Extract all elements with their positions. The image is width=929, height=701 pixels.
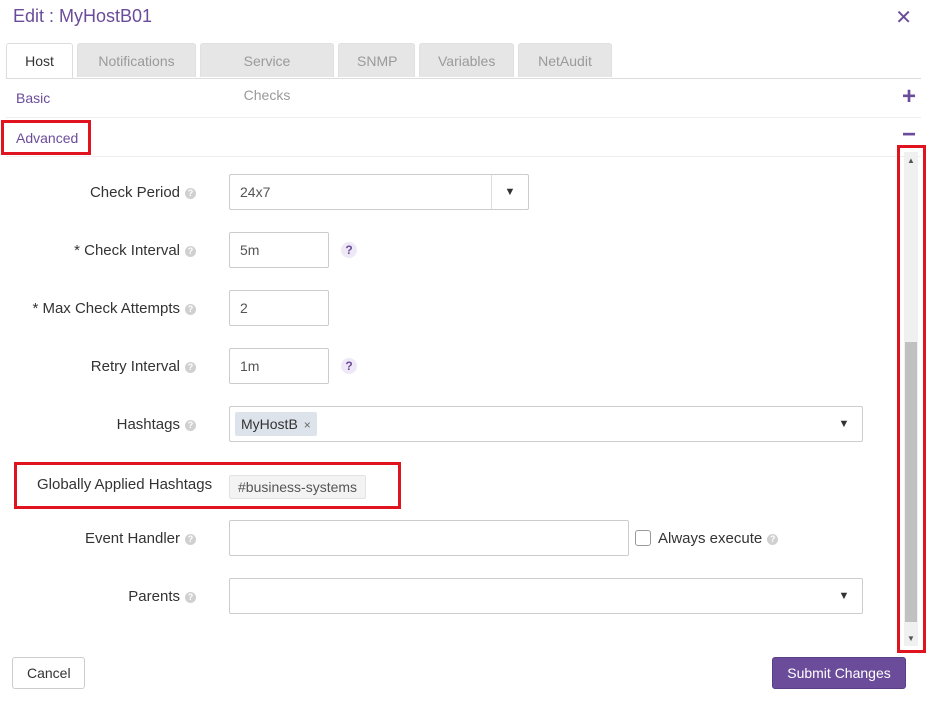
check-period-label: Check Period? bbox=[0, 184, 196, 201]
help-icon[interactable]: ? bbox=[185, 246, 196, 257]
parents-label: Parents? bbox=[0, 588, 196, 605]
check-interval-label: * Check Interval? bbox=[0, 242, 196, 259]
tab-notifications[interactable]: Notifications bbox=[77, 43, 196, 77]
max-check-attempts-value: 2 bbox=[240, 300, 248, 316]
close-icon[interactable]: ✕ bbox=[895, 5, 912, 30]
check-period-value: 24x7 bbox=[240, 184, 271, 200]
tab-host[interactable]: Host bbox=[6, 43, 73, 79]
global-hashtag-pill: #business-systems bbox=[229, 475, 367, 499]
plus-icon[interactable]: + bbox=[902, 83, 916, 111]
event-handler-label: Event Handler? bbox=[0, 530, 196, 547]
retry-interval-value: 1m bbox=[240, 358, 260, 374]
dialog-title: Edit : MyHostB01 bbox=[13, 6, 153, 26]
question-icon[interactable]: ? bbox=[341, 242, 357, 258]
scrollbar-track[interactable]: ▲ ▼ bbox=[904, 152, 918, 646]
tab-service-checks[interactable]: Service Checks bbox=[200, 43, 334, 103]
global-hashtags-highlight-box: Globally Applied Hashtags #business-syst… bbox=[14, 462, 401, 509]
help-icon[interactable]: ? bbox=[767, 534, 779, 545]
scroll-down-icon[interactable]: ▼ bbox=[905, 634, 917, 643]
help-icon[interactable]: ? bbox=[185, 188, 196, 199]
parents-select[interactable]: ▼ bbox=[229, 578, 863, 614]
help-icon[interactable]: ? bbox=[185, 420, 196, 431]
always-execute-checkbox[interactable] bbox=[635, 530, 651, 546]
global-hashtags-label: Globally Applied Hashtags bbox=[37, 476, 213, 493]
hashtags-label: Hashtags? bbox=[0, 416, 196, 433]
hashtag-chip-label: MyHostB bbox=[241, 416, 298, 432]
section-advanced-header[interactable]: − bbox=[6, 118, 921, 157]
section-advanced-label[interactable]: Advanced bbox=[16, 130, 78, 146]
help-icon[interactable]: ? bbox=[185, 304, 196, 315]
check-interval-value: 5m bbox=[240, 242, 260, 258]
chevron-down-icon[interactable]: ▼ bbox=[826, 407, 862, 441]
event-handler-input[interactable] bbox=[229, 520, 629, 556]
cancel-button[interactable]: Cancel bbox=[12, 657, 85, 689]
submit-changes-button[interactable]: Submit Changes bbox=[772, 657, 906, 689]
help-icon[interactable]: ? bbox=[185, 362, 196, 373]
max-check-attempts-label: * Max Check Attempts? bbox=[0, 300, 196, 317]
check-period-select[interactable]: 24x7 ▼ bbox=[229, 174, 529, 210]
max-check-attempts-input[interactable]: 2 bbox=[229, 290, 329, 326]
chevron-down-icon[interactable]: ▼ bbox=[491, 175, 528, 209]
tab-netaudit[interactable]: NetAudit bbox=[518, 43, 612, 77]
check-interval-input[interactable]: 5m bbox=[229, 232, 329, 268]
chip-remove-icon[interactable]: × bbox=[304, 418, 311, 432]
retry-interval-label: Retry Interval? bbox=[0, 358, 196, 375]
chevron-down-icon[interactable]: ▼ bbox=[826, 579, 862, 613]
scroll-up-icon[interactable]: ▲ bbox=[905, 156, 917, 165]
hashtags-select[interactable]: MyHostB × ▼ bbox=[229, 406, 863, 442]
scrollbar-thumb[interactable] bbox=[905, 342, 917, 622]
retry-interval-input[interactable]: 1m bbox=[229, 348, 329, 384]
advanced-highlight-box: Advanced bbox=[1, 120, 91, 155]
always-execute-label: Always execute? bbox=[658, 530, 779, 547]
hashtag-chip: MyHostB × bbox=[235, 412, 317, 436]
tab-variables[interactable]: Variables bbox=[419, 43, 514, 77]
tab-snmp[interactable]: SNMP bbox=[338, 43, 415, 77]
tab-bar: Host Notifications Service Checks SNMP V… bbox=[6, 43, 616, 103]
help-icon[interactable]: ? bbox=[185, 592, 196, 603]
help-icon[interactable]: ? bbox=[185, 534, 196, 545]
section-basic-label: Basic bbox=[16, 90, 51, 106]
section-basic-header[interactable]: Basic + bbox=[6, 79, 921, 118]
question-icon[interactable]: ? bbox=[341, 358, 357, 374]
